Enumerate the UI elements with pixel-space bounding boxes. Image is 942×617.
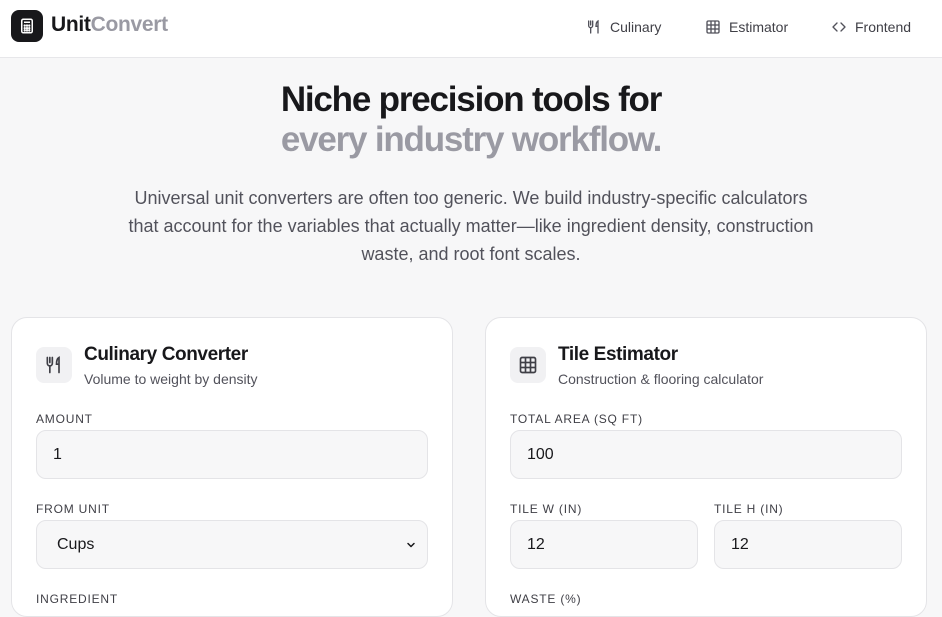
hero-subtitle: Universal unit converters are often too … xyxy=(128,188,814,264)
culinary-card-subtitle: Volume to weight by density xyxy=(84,371,258,387)
chevron-down-icon xyxy=(407,542,415,547)
top-navigation-bar: UnitConvert Culinary Estimator Frontend xyxy=(0,0,942,58)
nav-label-frontend: Frontend xyxy=(855,19,912,35)
tile-card-subtitle: Construction & flooring calculator xyxy=(558,371,764,387)
amount-input-value: 1 xyxy=(53,445,62,463)
tile-estimator-card: Tile Estimator Construction & flooring c… xyxy=(485,317,927,617)
total-area-value: 100 xyxy=(527,445,554,463)
total-area-input[interactable]: 100 xyxy=(510,430,902,479)
total-area-label: TOTAL AREA (SQ FT) xyxy=(510,412,643,426)
hero-heading-line2: every industry workflow. xyxy=(280,120,662,159)
tile-height-value: 12 xyxy=(731,535,749,553)
tile-width-label: TILE W (IN) xyxy=(510,502,583,516)
hero-heading-line1: Niche precision tools for xyxy=(280,80,663,119)
tile-width-input[interactable]: 12 xyxy=(510,520,698,569)
tile-height-label: TILE H (IN) xyxy=(714,502,784,516)
grid-icon xyxy=(706,20,720,34)
from-unit-label: FROM UNIT xyxy=(36,502,110,516)
nav-label-culinary: Culinary xyxy=(610,19,662,35)
tile-card-title: Tile Estimator xyxy=(558,344,678,365)
brand-part-unit: Unit xyxy=(51,13,91,36)
utensils-icon xyxy=(588,19,599,34)
calculator-logo-icon[interactable] xyxy=(11,10,43,42)
culinary-card-title: Culinary Converter xyxy=(84,344,248,365)
amount-label: AMOUNT xyxy=(36,412,93,426)
nav-link-culinary[interactable]: Culinary xyxy=(586,16,661,38)
brand-name[interactable]: UnitConvert xyxy=(51,13,168,37)
ingredient-label: INGREDIENT xyxy=(36,592,119,606)
code-icon xyxy=(832,22,846,32)
culinary-converter-card: Culinary Converter Volume to weight by d… xyxy=(11,317,453,617)
tile-width-value: 12 xyxy=(527,535,545,553)
tile-height-input[interactable]: 12 xyxy=(714,520,902,569)
from-unit-select[interactable]: Cups xyxy=(36,520,428,569)
nav-label-estimator: Estimator xyxy=(729,19,789,35)
from-unit-selected-value: Cups xyxy=(57,535,95,553)
waste-label: WASTE (%) xyxy=(510,592,582,606)
nav-link-frontend[interactable]: Frontend xyxy=(831,16,911,38)
amount-input[interactable]: 1 xyxy=(36,430,428,479)
brand-part-convert: Convert xyxy=(90,13,169,36)
hero-heading: Niche precision tools for every industry… xyxy=(0,80,942,160)
nav-link-estimator[interactable]: Estimator xyxy=(705,16,788,38)
utensils-icon xyxy=(36,347,72,383)
grid-icon xyxy=(510,347,546,383)
